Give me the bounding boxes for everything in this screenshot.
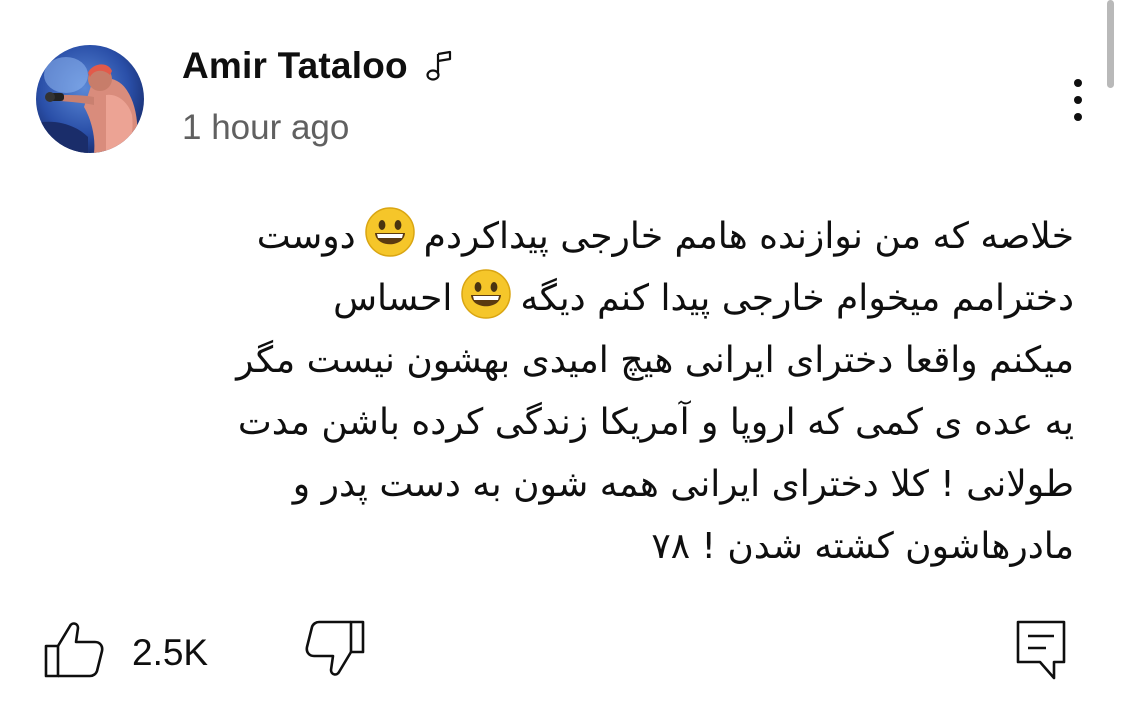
- music-note-icon: [424, 49, 456, 83]
- comment-line: یه عده ی کمی که اروپا و آمریکا زندگی کرد…: [237, 402, 1074, 443]
- comment-line-text: دخترامم میخوام خارجی پیدا کنم دیگه: [520, 278, 1074, 319]
- like-button[interactable]: [40, 616, 106, 682]
- comment-line: طولانی ! کلا دخترای ایرانی همه شون به دس…: [292, 464, 1074, 505]
- comment-line: میکنم واقعا دخترای ایرانی هیچ امیدی بهشو…: [236, 340, 1074, 381]
- comment-line: خلاصه که من نوازنده هامم خارجی پیداکردم د…: [34, 206, 1074, 268]
- scrollbar[interactable]: [1107, 0, 1114, 88]
- comment-line-text: احساس: [333, 278, 453, 319]
- action-bar: 2.5K: [0, 612, 1125, 692]
- grinning-face-emoji: [460, 268, 512, 320]
- grinning-face-emoji: [364, 206, 416, 258]
- thumbs-up-icon: [44, 622, 104, 678]
- more-options-button[interactable]: [1058, 70, 1098, 130]
- comment-line: مادرهاشون کشته شدن ! ۷۸: [651, 526, 1074, 567]
- comment-text: خلاصه که من نوازنده هامم خارجی پیداکردم د…: [34, 206, 1074, 578]
- thumbs-down-icon: [305, 620, 365, 676]
- author-row: Amir Tataloo: [182, 44, 456, 88]
- comment-reply-icon: [1016, 620, 1066, 680]
- avatar[interactable]: [36, 45, 144, 153]
- author-name[interactable]: Amir Tataloo: [182, 45, 408, 87]
- more-vertical-icon-dot: [1074, 96, 1082, 104]
- avatar-image: [36, 45, 144, 153]
- comment-timestamp: 1 hour ago: [182, 108, 350, 147]
- comment-card: Amir Tataloo 1 hour ago خلاصه که من نواز…: [0, 0, 1125, 724]
- reply-button[interactable]: [1010, 614, 1072, 686]
- more-vertical-icon-dot: [1074, 113, 1082, 121]
- dislike-button[interactable]: [303, 616, 369, 682]
- comment-line-text: خلاصه که من نوازنده هامم خارجی پیداکردم: [423, 216, 1074, 257]
- comment-line-text: دوست: [256, 216, 356, 257]
- like-count: 2.5K: [132, 632, 209, 673]
- more-vertical-icon: [1074, 79, 1082, 87]
- comment-line: دخترامم میخوام خارجی پیدا کنم دیگه احساس: [34, 268, 1074, 330]
